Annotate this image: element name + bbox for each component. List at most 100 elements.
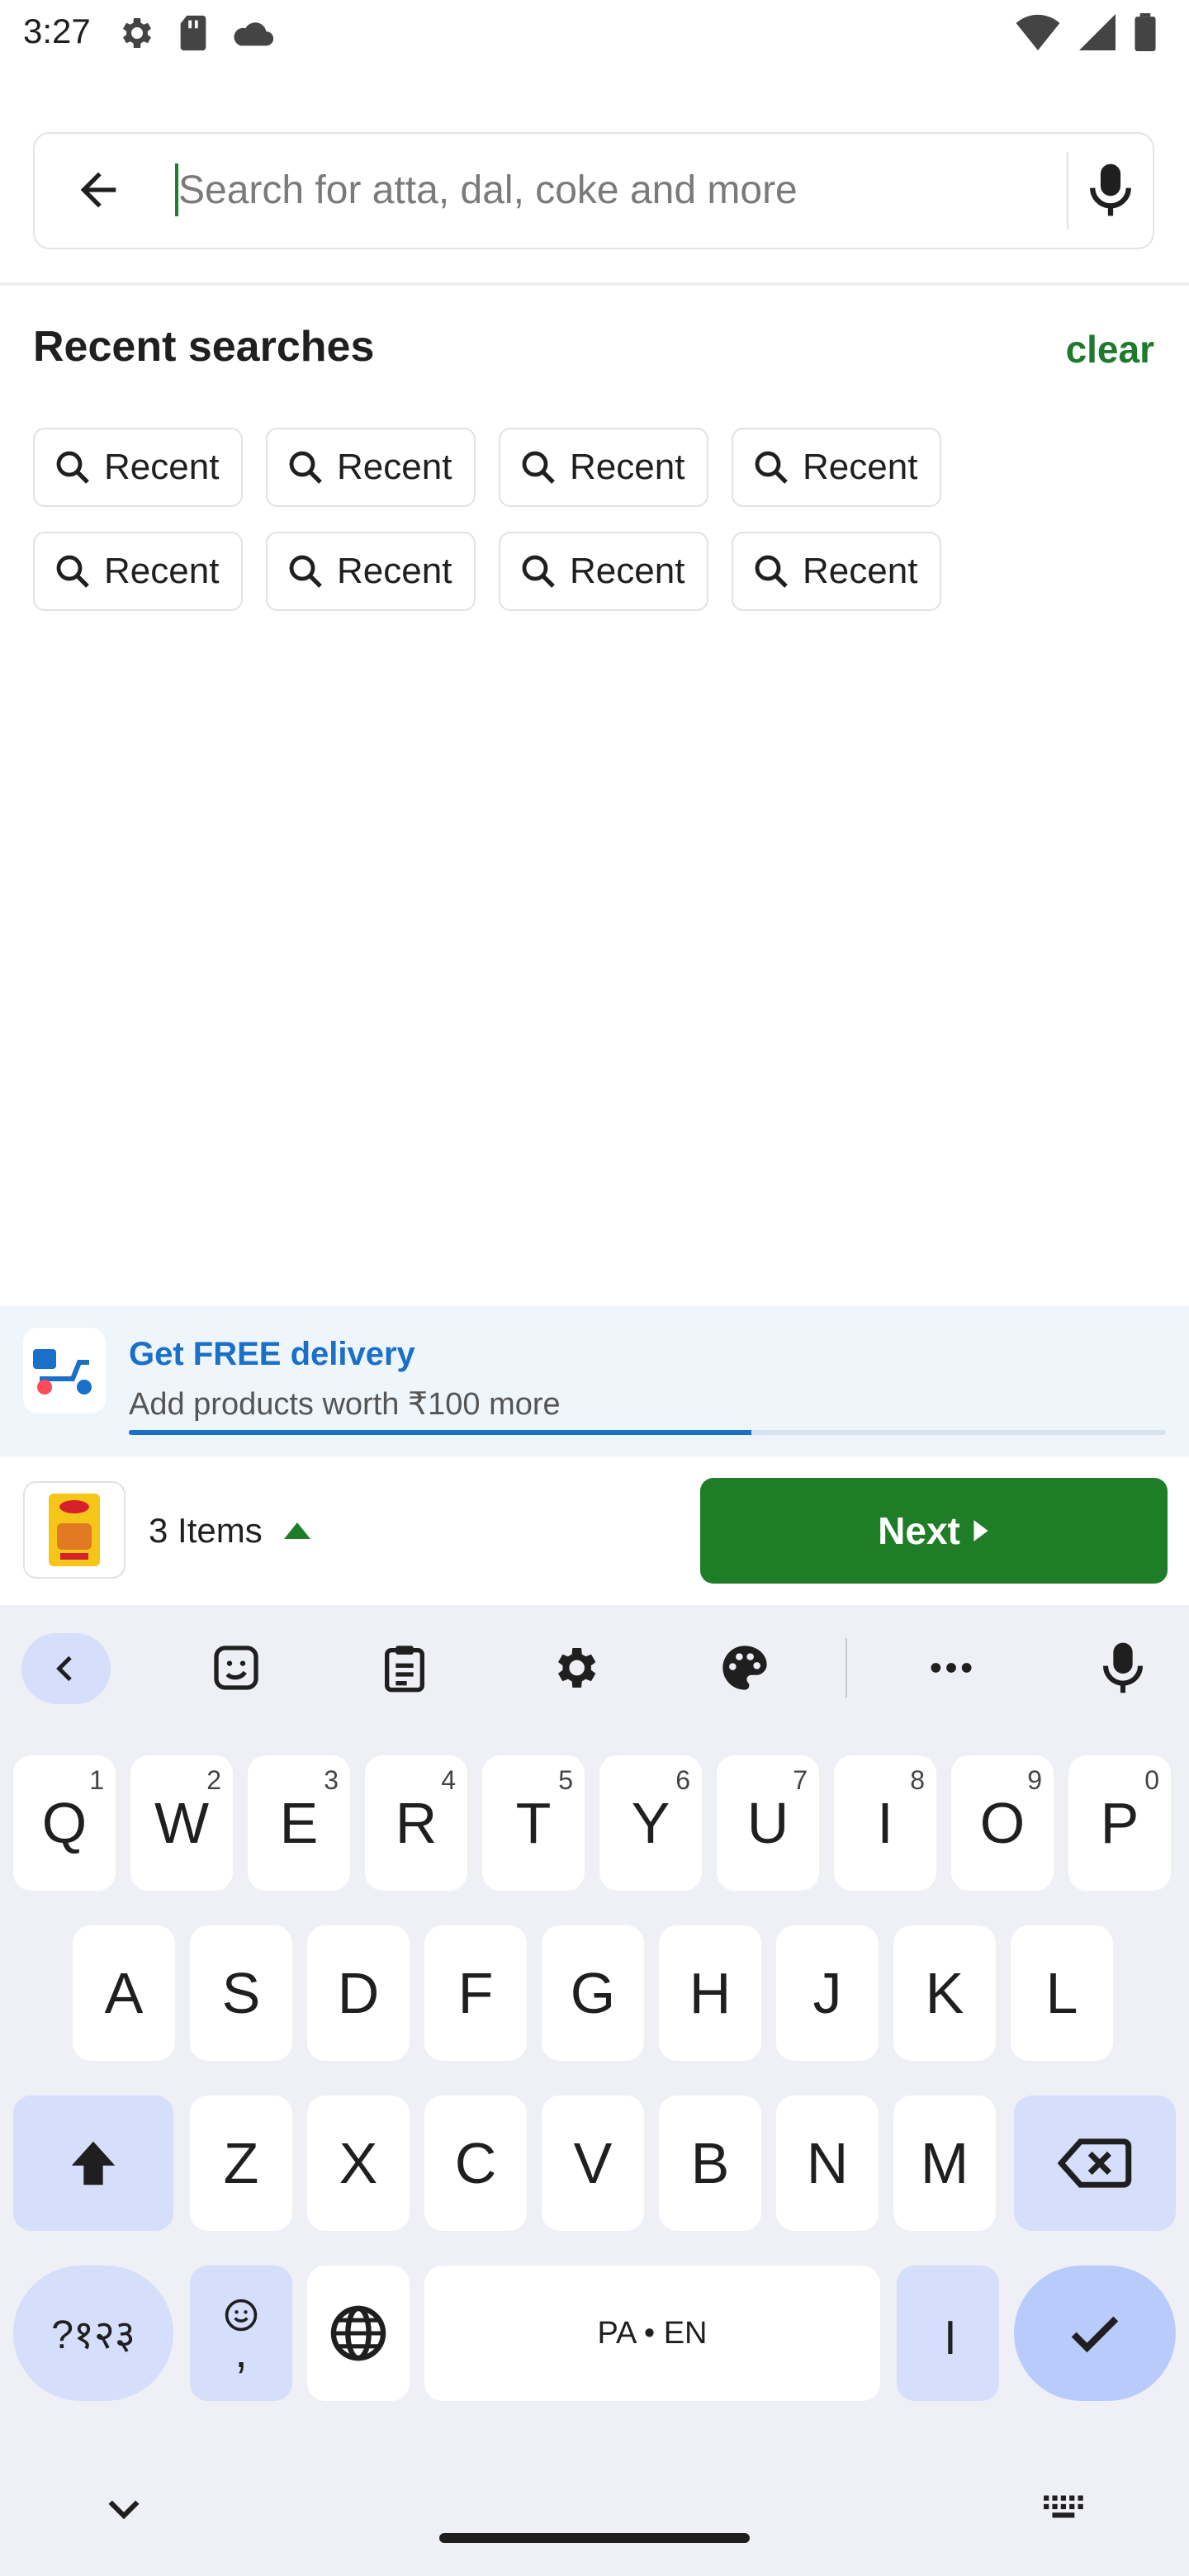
back-button[interactable] xyxy=(53,149,144,231)
key-n[interactable]: N xyxy=(776,2095,879,2231)
more-options-button[interactable] xyxy=(910,1633,992,1702)
danda-key[interactable]: । xyxy=(897,2266,999,2401)
key-t[interactable]: T5 xyxy=(482,1755,585,1891)
symbols-key[interactable]: ?१२३ xyxy=(13,2266,173,2401)
cart-items-count: 3 Items xyxy=(149,1511,263,1550)
search-icon xyxy=(522,555,555,588)
keyboard-collapse-button[interactable] xyxy=(21,1633,111,1704)
recent-chip[interactable]: Recent xyxy=(266,428,476,507)
home-indicator[interactable] xyxy=(439,2533,750,2543)
search-icon xyxy=(289,555,322,588)
key-q[interactable]: Q1 xyxy=(13,1755,116,1891)
key-j[interactable]: J xyxy=(776,1925,879,2061)
key-i[interactable]: I8 xyxy=(834,1755,936,1891)
sticker-button[interactable] xyxy=(195,1633,277,1702)
language-switch-key[interactable] xyxy=(307,2266,410,2401)
recent-chip-label: Recent xyxy=(570,551,685,591)
recent-chip-label: Recent xyxy=(803,551,918,591)
next-button[interactable]: Next xyxy=(700,1478,1168,1584)
search-icon xyxy=(56,555,89,588)
voice-search-button[interactable] xyxy=(1073,149,1148,231)
key-c[interactable]: C xyxy=(424,2095,527,2231)
noodles-pack-image xyxy=(49,1494,100,1566)
key-u[interactable]: U7 xyxy=(717,1755,819,1891)
shift-arrow-icon xyxy=(71,2141,116,2185)
comma-label: , xyxy=(234,2325,248,2377)
recent-chip[interactable]: Recent xyxy=(499,428,708,507)
recent-chip[interactable]: Recent xyxy=(732,428,941,507)
enter-key[interactable] xyxy=(1014,2266,1176,2401)
free-delivery-title: Get FREE delivery xyxy=(129,1336,415,1372)
recent-chip[interactable]: Recent xyxy=(33,532,243,611)
backspace-key[interactable] xyxy=(1014,2095,1176,2231)
search-icon xyxy=(522,451,555,484)
search-icon xyxy=(755,555,788,588)
key-e[interactable]: E3 xyxy=(248,1755,350,1891)
status-icons-right xyxy=(1016,13,1156,51)
key-p[interactable]: P0 xyxy=(1068,1755,1171,1891)
key-d[interactable]: D xyxy=(307,1925,410,2061)
search-divider xyxy=(1067,152,1068,230)
key-z[interactable]: Z xyxy=(190,2095,292,2231)
search-icon xyxy=(289,451,322,484)
key-w[interactable]: W2 xyxy=(130,1755,233,1891)
soft-keyboard xyxy=(0,1605,1189,2576)
cart-items-toggle[interactable]: 3 Items xyxy=(149,1511,314,1551)
shift-key[interactable] xyxy=(13,2095,173,2231)
recent-chip[interactable]: Recent xyxy=(33,428,243,507)
key-l[interactable]: L xyxy=(1011,1925,1113,2061)
key-x[interactable]: X xyxy=(307,2095,410,2231)
key-y[interactable]: Y6 xyxy=(599,1755,702,1891)
clear-recent-button[interactable]: clear xyxy=(1066,327,1154,372)
recent-chip-label: Recent xyxy=(104,447,220,487)
key-m[interactable]: M xyxy=(893,2095,996,2231)
key-v[interactable]: V xyxy=(542,2095,644,2231)
key-o[interactable]: O9 xyxy=(951,1755,1054,1891)
key-g[interactable]: G xyxy=(542,1925,644,2061)
recent-chip[interactable]: Recent xyxy=(732,532,941,611)
key-a[interactable]: A xyxy=(73,1925,175,2061)
search-input[interactable] xyxy=(173,157,1054,223)
clipboard-icon xyxy=(385,1646,424,1693)
delivery-progress-fill xyxy=(129,1430,751,1435)
toolbar-separator xyxy=(846,1638,847,1698)
theme-button[interactable] xyxy=(703,1633,786,1702)
recent-chip[interactable]: Recent xyxy=(266,532,476,611)
sd-card-icon xyxy=(180,15,206,51)
recent-chip-label: Recent xyxy=(337,551,452,591)
voice-input-button[interactable] xyxy=(1082,1633,1164,1702)
delivery-scooter-icon xyxy=(23,1328,106,1413)
settings-icon xyxy=(123,18,151,48)
key-h[interactable]: H xyxy=(659,1925,761,2061)
recent-chip-label: Recent xyxy=(803,447,918,487)
mic-icon xyxy=(1090,163,1131,216)
text-caret xyxy=(175,163,178,216)
chevron-left-icon xyxy=(56,1655,72,1682)
cloud-icon xyxy=(234,22,274,46)
clipboard-button[interactable] xyxy=(363,1633,446,1702)
space-key[interactable]: PA • EN xyxy=(424,2266,880,2401)
key-s[interactable]: S xyxy=(190,1925,292,2061)
delivery-progress-bar xyxy=(129,1430,1166,1435)
sticker-icon xyxy=(214,1646,258,1690)
palette-icon xyxy=(722,1646,767,1690)
key-r[interactable]: R4 xyxy=(365,1755,467,1891)
recent-chip[interactable]: Recent xyxy=(499,532,708,611)
nav-hide-keyboard-icon[interactable] xyxy=(101,2487,147,2533)
globe-icon xyxy=(330,2305,386,2361)
search-icon xyxy=(56,451,89,484)
key-k[interactable]: K xyxy=(893,1925,996,2061)
recent-chip-label: Recent xyxy=(104,551,220,591)
play-arrow-icon xyxy=(973,1520,988,1541)
key-b[interactable]: B xyxy=(659,2095,761,2231)
cart-product-thumbnail[interactable] xyxy=(23,1481,126,1579)
arrow-back-icon xyxy=(80,172,116,208)
header-divider xyxy=(0,282,1189,286)
keyboard-switch-icon[interactable] xyxy=(1042,2493,1090,2522)
key-f[interactable]: F xyxy=(424,1925,527,2061)
keyboard-settings-button[interactable] xyxy=(533,1633,616,1702)
emoji-comma-key[interactable]: , xyxy=(190,2266,292,2401)
recent-chip-label: Recent xyxy=(337,447,452,487)
free-delivery-subtitle: Add products worth ₹100 more xyxy=(129,1387,561,1422)
recent-searches-title: Recent searches xyxy=(33,323,375,371)
